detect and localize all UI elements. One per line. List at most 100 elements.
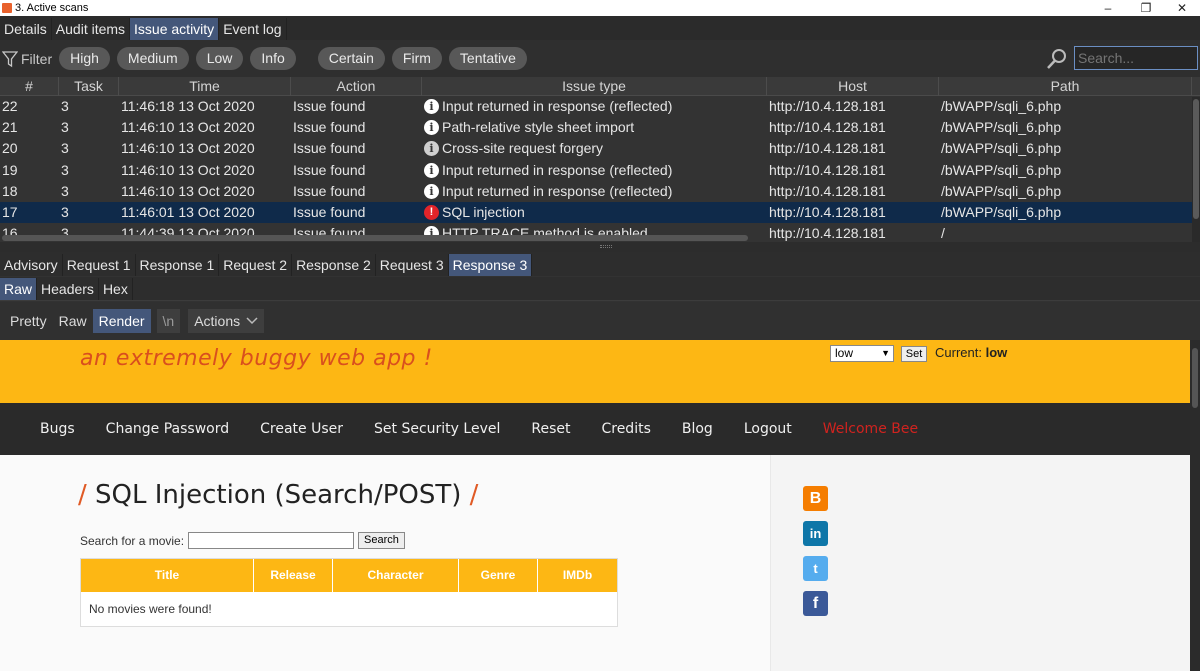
- column-header-host[interactable]: Host: [767, 77, 939, 96]
- filter-firm-button[interactable]: Firm: [391, 47, 442, 70]
- row-path: /: [941, 225, 945, 242]
- movies-column-character: Character: [333, 559, 459, 592]
- sidebar-panel: [770, 455, 1190, 671]
- row-issue-type: i Input returned in response (reflected): [422, 96, 767, 117]
- movie-search-form: Search for a movie: Search: [80, 532, 405, 549]
- blogger-icon[interactable]: B: [803, 486, 828, 511]
- table-row[interactable]: 22 3 11:46:18 13 Oct 2020 Issue found i Input…: [0, 96, 1200, 117]
- tab-response-3[interactable]: Response 3: [448, 254, 533, 276]
- nav-create-user[interactable]: Create User: [260, 421, 343, 437]
- column-header-number[interactable]: #: [0, 77, 59, 96]
- table-row[interactable]: 17 3 11:46:01 13 Oct 2020 Issue found! SQL i…: [0, 201, 1200, 224]
- row-task: 3: [61, 203, 69, 220]
- tab-request-2[interactable]: Request 2: [219, 254, 293, 276]
- filter-label: Filter: [21, 50, 53, 67]
- nav-logout[interactable]: Logout: [744, 421, 792, 437]
- row-path: /bWAPP/sqli_6.php: [941, 161, 1062, 178]
- chevron-down-icon: [246, 317, 258, 325]
- column-header-path[interactable]: Path: [939, 77, 1192, 96]
- filter-info-button[interactable]: Info: [250, 47, 296, 70]
- facebook-icon[interactable]: f: [803, 591, 828, 616]
- pretty-button[interactable]: Pretty: [4, 309, 53, 333]
- raw-view-button[interactable]: Raw: [53, 309, 93, 333]
- nav-reset[interactable]: Reset: [531, 421, 570, 437]
- column-header-task[interactable]: Task: [59, 77, 119, 96]
- nav-bugs[interactable]: Bugs: [40, 421, 75, 437]
- movie-search-input[interactable]: [188, 532, 355, 549]
- row-action: Issue found: [293, 140, 366, 157]
- bwapp-header: an extremely buggy web app ! low ▼ Set C…: [0, 340, 1190, 403]
- tab-details[interactable]: Details: [0, 18, 52, 40]
- movies-column-release: Release: [254, 559, 333, 592]
- tab-response-1[interactable]: Response 1: [136, 254, 220, 276]
- column-header-time[interactable]: Time: [119, 77, 291, 96]
- tab-request-3[interactable]: Request 3: [376, 254, 449, 276]
- nav-blog[interactable]: Blog: [682, 421, 713, 437]
- filter-certain-button[interactable]: Certain: [317, 47, 385, 70]
- filter-tentative-button[interactable]: Tentative: [448, 47, 527, 70]
- nav-credits[interactable]: Credits: [601, 421, 650, 437]
- row-task: 3: [61, 140, 69, 157]
- render-button[interactable]: Render: [92, 309, 151, 333]
- tab-audit-items[interactable]: Audit items: [52, 18, 131, 40]
- render-vertical-scrollbar[interactable]: [1190, 340, 1200, 671]
- close-button[interactable]: ✕: [1164, 0, 1200, 16]
- minimize-button[interactable]: –: [1090, 0, 1126, 16]
- row-path: /bWAPP/sqli_6.php: [941, 203, 1062, 220]
- split-divider[interactable]: [0, 242, 1200, 252]
- movies-column-title: Title: [81, 559, 254, 592]
- table-row[interactable]: 21 3 11:46:10 13 Oct 2020 Issue found i Path-…: [0, 117, 1200, 138]
- funnel-icon: [2, 50, 18, 67]
- twitter-icon[interactable]: t: [803, 556, 828, 581]
- movies-column-genre: Genre: [459, 559, 538, 592]
- row-action: Issue found: [293, 161, 366, 178]
- no-movies-message: No movies were found!: [81, 592, 617, 626]
- search-input[interactable]: [1074, 46, 1198, 70]
- filter-toggle[interactable]: Filter: [2, 50, 52, 68]
- tab-response-2[interactable]: Response 2: [292, 254, 376, 276]
- row-host: http://10.4.128.181: [769, 119, 886, 136]
- filter-low-button[interactable]: Low: [195, 47, 244, 70]
- issue-type-text: Input returned in response (reflected): [442, 182, 673, 199]
- row-action: Issue found: [293, 98, 366, 114]
- movies-table: Title Release Character Genre IMDb No mo…: [80, 558, 618, 627]
- actions-dropdown[interactable]: Actions: [188, 309, 265, 333]
- issue-type-text: Path-relative style sheet import: [442, 119, 635, 136]
- security-level-select[interactable]: low ▼: [830, 345, 894, 362]
- table-row[interactable]: 18 3 11:46:10 13 Oct 2020 Issue found i Input…: [0, 181, 1200, 202]
- row-issue-type: i Input returned in response (reflected): [422, 181, 767, 202]
- tab-raw[interactable]: Raw: [0, 278, 38, 300]
- set-security-button[interactable]: Set: [901, 346, 927, 362]
- tab-issue-activity[interactable]: Issue activity: [130, 18, 220, 40]
- tab-hex[interactable]: Hex: [99, 278, 133, 300]
- tab-advisory[interactable]: Advisory: [0, 254, 63, 276]
- movie-search-button[interactable]: Search: [358, 532, 405, 549]
- nav-change-password[interactable]: Change Password: [106, 421, 229, 437]
- linkedin-icon[interactable]: in: [803, 521, 828, 546]
- tab-event-log[interactable]: Event log: [219, 18, 287, 40]
- tab-request-1[interactable]: Request 1: [63, 254, 136, 276]
- tab-headers[interactable]: Headers: [37, 278, 99, 300]
- table-horizontal-scrollbar[interactable]: [2, 235, 748, 241]
- issue-type-text: SQL injection: [442, 204, 525, 221]
- row-action: Issue found: [293, 119, 366, 136]
- table-row[interactable]: 19 3 11:46:10 13 Oct 2020 Issue found i Input…: [0, 160, 1200, 181]
- app-icon: [2, 3, 12, 13]
- table-row[interactable]: 20 3 11:46:10 13 Oct 2020 Issue found i Cross…: [0, 138, 1200, 159]
- welcome-text: Welcome Bee: [822, 421, 919, 437]
- newline-toggle[interactable]: \n: [156, 309, 181, 333]
- column-header-issue-type[interactable]: Issue type: [422, 77, 767, 96]
- row-number: 21: [2, 119, 18, 136]
- issue-table: # Task Time Action Issue type Host Path …: [0, 77, 1200, 242]
- current-label: Current:: [935, 345, 982, 360]
- row-number: 19: [2, 161, 18, 178]
- maximize-button[interactable]: ❐: [1128, 0, 1164, 16]
- rendered-response: an extremely buggy web app ! low ▼ Set C…: [0, 340, 1190, 671]
- table-vertical-scrollbar[interactable]: [1192, 97, 1200, 242]
- row-host: http://10.4.128.181: [769, 182, 886, 199]
- column-header-action[interactable]: Action: [291, 77, 422, 96]
- info-severity-icon: i: [424, 120, 439, 136]
- filter-high-button[interactable]: High: [59, 47, 110, 70]
- nav-set-security-level[interactable]: Set Security Level: [374, 421, 500, 437]
- filter-medium-button[interactable]: Medium: [116, 47, 189, 70]
